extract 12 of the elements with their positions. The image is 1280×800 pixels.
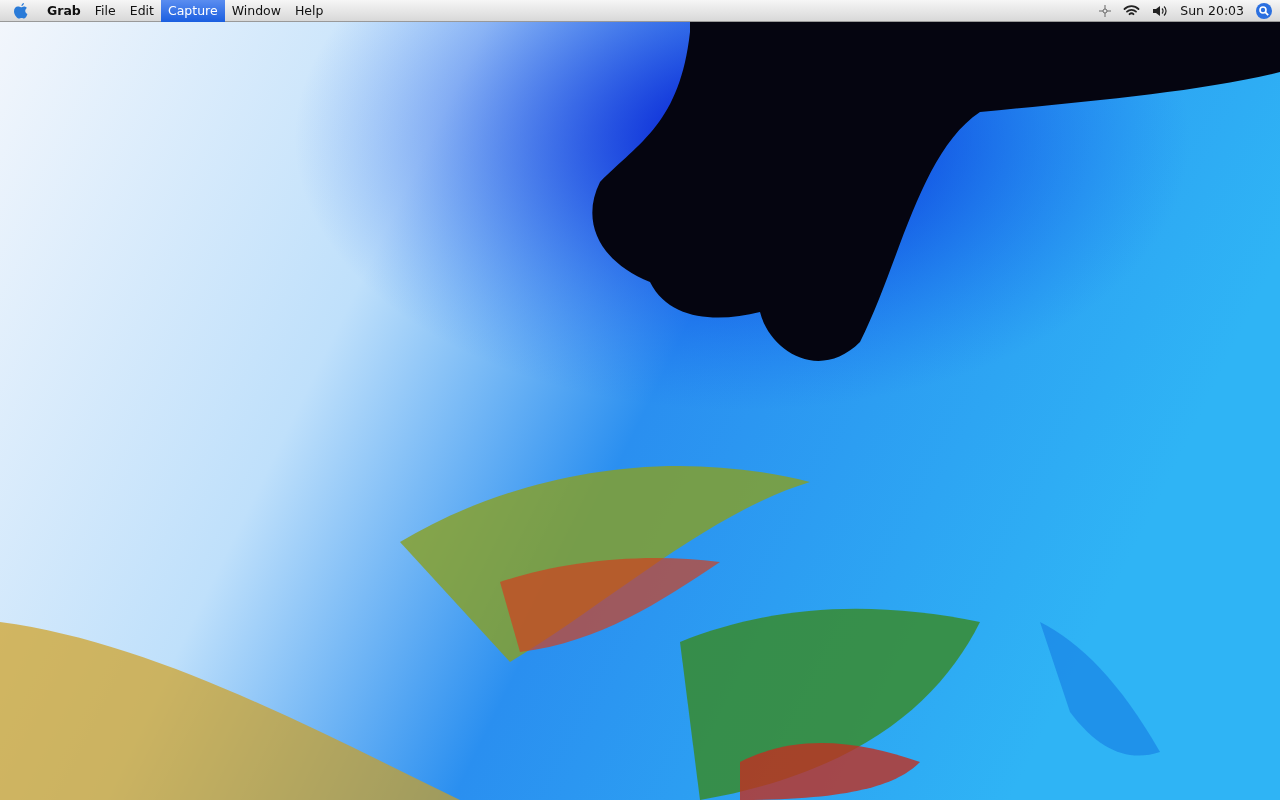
menu-bar-clock[interactable]: Sun 20:03 [1180, 3, 1244, 18]
menu-item[interactable]: Window [224, 0, 288, 22]
apple-logo-icon[interactable] [14, 2, 28, 19]
speaker-icon[interactable] [1152, 4, 1169, 17]
menu-item[interactable]: Edit [122, 0, 161, 22]
wifi-icon[interactable] [1123, 4, 1141, 17]
search-icon[interactable] [1256, 2, 1272, 19]
menu-item[interactable]: Help [287, 0, 331, 22]
menu-item[interactable]: File [87, 0, 123, 22]
menu-item[interactable]: Capture [160, 0, 225, 22]
crosshair-icon[interactable] [1099, 4, 1112, 17]
menu-item[interactable]: Grab [40, 0, 88, 22]
